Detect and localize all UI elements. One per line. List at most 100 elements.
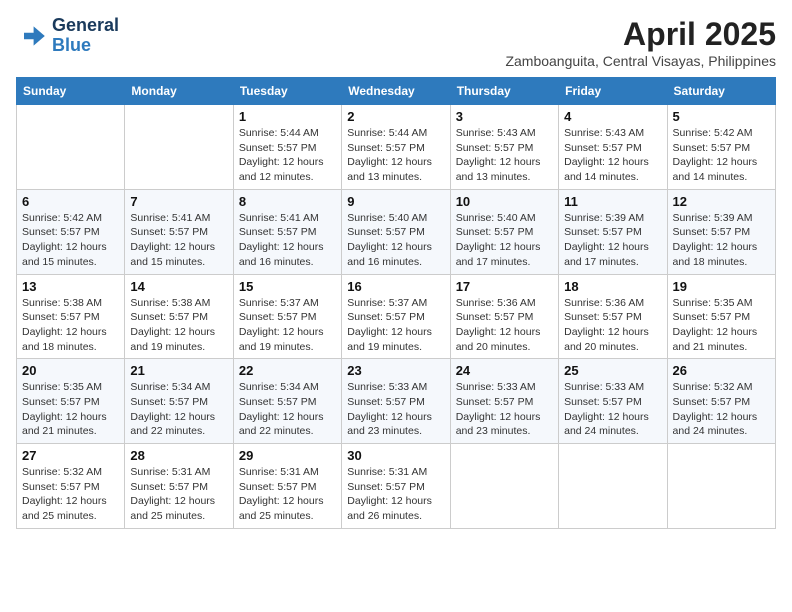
calendar-cell: 18 Sunrise: 5:36 AMSunset: 5:57 PMDayligh…	[559, 274, 667, 359]
calendar-cell	[450, 444, 558, 529]
calendar-header-row: SundayMondayTuesdayWednesdayThursdayFrid…	[17, 78, 776, 105]
calendar-cell: 10 Sunrise: 5:40 AMSunset: 5:57 PMDayligh…	[450, 189, 558, 274]
day-number: 13	[22, 279, 119, 294]
calendar-cell: 6 Sunrise: 5:42 AMSunset: 5:57 PMDaylight…	[17, 189, 125, 274]
calendar-week-row: 27 Sunrise: 5:32 AMSunset: 5:57 PMDayligh…	[17, 444, 776, 529]
day-info: Sunrise: 5:33 AMSunset: 5:57 PMDaylight:…	[564, 380, 661, 439]
day-number: 10	[456, 194, 553, 209]
calendar-cell: 27 Sunrise: 5:32 AMSunset: 5:57 PMDayligh…	[17, 444, 125, 529]
calendar-cell: 30 Sunrise: 5:31 AMSunset: 5:57 PMDayligh…	[342, 444, 450, 529]
day-info: Sunrise: 5:43 AMSunset: 5:57 PMDaylight:…	[564, 126, 661, 185]
calendar-cell: 21 Sunrise: 5:34 AMSunset: 5:57 PMDayligh…	[125, 359, 233, 444]
day-number: 19	[673, 279, 770, 294]
day-number: 11	[564, 194, 661, 209]
day-number: 30	[347, 448, 444, 463]
day-number: 4	[564, 109, 661, 124]
day-info: Sunrise: 5:31 AMSunset: 5:57 PMDaylight:…	[130, 465, 227, 524]
calendar-cell: 5Sunrise: 5:42 AMSunset: 5:57 PMDaylight…	[667, 105, 775, 190]
title-block: April 2025 Zamboanguita, Central Visayas…	[505, 16, 776, 69]
calendar-cell	[17, 105, 125, 190]
day-number: 21	[130, 363, 227, 378]
day-number: 2	[347, 109, 444, 124]
weekday-header: Thursday	[450, 78, 558, 105]
day-info: Sunrise: 5:34 AMSunset: 5:57 PMDaylight:…	[130, 380, 227, 439]
day-info: Sunrise: 5:35 AMSunset: 5:57 PMDaylight:…	[673, 296, 770, 355]
calendar-cell: 17Sunrise: 5:36 AMSunset: 5:57 PMDayligh…	[450, 274, 558, 359]
day-info: Sunrise: 5:40 AMSunset: 5:57 PMDaylight:…	[456, 211, 553, 270]
day-number: 3	[456, 109, 553, 124]
day-number: 8	[239, 194, 336, 209]
logo-icon	[16, 20, 48, 52]
day-info: Sunrise: 5:38 AMSunset: 5:57 PMDaylight:…	[130, 296, 227, 355]
day-info: Sunrise: 5:39 AMSunset: 5:57 PMDaylight:…	[673, 211, 770, 270]
calendar-cell: 14 Sunrise: 5:38 AMSunset: 5:57 PMDayligh…	[125, 274, 233, 359]
location: Zamboanguita, Central Visayas, Philippin…	[505, 53, 776, 69]
calendar-cell: 1 Sunrise: 5:44 AMSunset: 5:57 PMDaylight…	[233, 105, 341, 190]
weekday-header: Friday	[559, 78, 667, 105]
day-info: Sunrise: 5:44 AMSunset: 5:57 PMDaylight:…	[347, 126, 444, 185]
day-number: 25	[564, 363, 661, 378]
day-number: 1	[239, 109, 336, 124]
calendar-cell: 8Sunrise: 5:41 AMSunset: 5:57 PMDaylight…	[233, 189, 341, 274]
day-info: Sunrise: 5:32 AMSunset: 5:57 PMDaylight:…	[673, 380, 770, 439]
calendar-cell: 24 Sunrise: 5:33 AMSunset: 5:57 PMDayligh…	[450, 359, 558, 444]
day-number: 16	[347, 279, 444, 294]
day-number: 12	[673, 194, 770, 209]
day-info: Sunrise: 5:42 AMSunset: 5:57 PMDaylight:…	[22, 211, 119, 270]
day-number: 27	[22, 448, 119, 463]
day-info: Sunrise: 5:37 AMSunset: 5:57 PMDaylight:…	[347, 296, 444, 355]
day-info: Sunrise: 5:33 AMSunset: 5:57 PMDaylight:…	[347, 380, 444, 439]
day-info: Sunrise: 5:41 AMSunset: 5:57 PMDaylight:…	[130, 211, 227, 270]
day-info: Sunrise: 5:31 AMSunset: 5:57 PMDaylight:…	[239, 465, 336, 524]
calendar-table: SundayMondayTuesdayWednesdayThursdayFrid…	[16, 77, 776, 529]
day-info: Sunrise: 5:33 AMSunset: 5:57 PMDaylight:…	[456, 380, 553, 439]
day-info: Sunrise: 5:40 AMSunset: 5:57 PMDaylight:…	[347, 211, 444, 270]
day-number: 18	[564, 279, 661, 294]
logo-blue: Blue	[52, 35, 91, 55]
day-number: 23	[347, 363, 444, 378]
day-info: Sunrise: 5:31 AMSunset: 5:57 PMDaylight:…	[347, 465, 444, 524]
weekday-header: Saturday	[667, 78, 775, 105]
calendar-week-row: 20Sunrise: 5:35 AMSunset: 5:57 PMDayligh…	[17, 359, 776, 444]
logo-text: General Blue	[52, 16, 119, 56]
calendar-cell: 11 Sunrise: 5:39 AMSunset: 5:57 PMDayligh…	[559, 189, 667, 274]
calendar-cell	[667, 444, 775, 529]
calendar-cell: 29Sunrise: 5:31 AMSunset: 5:57 PMDayligh…	[233, 444, 341, 529]
day-info: Sunrise: 5:35 AMSunset: 5:57 PMDaylight:…	[22, 380, 119, 439]
calendar-cell: 7 Sunrise: 5:41 AMSunset: 5:57 PMDaylight…	[125, 189, 233, 274]
calendar-cell: 15 Sunrise: 5:37 AMSunset: 5:57 PMDayligh…	[233, 274, 341, 359]
calendar-week-row: 1 Sunrise: 5:44 AMSunset: 5:57 PMDaylight…	[17, 105, 776, 190]
day-info: Sunrise: 5:32 AMSunset: 5:57 PMDaylight:…	[22, 465, 119, 524]
day-number: 15	[239, 279, 336, 294]
calendar-cell	[559, 444, 667, 529]
day-info: Sunrise: 5:37 AMSunset: 5:57 PMDaylight:…	[239, 296, 336, 355]
calendar-cell: 3Sunrise: 5:43 AMSunset: 5:57 PMDaylight…	[450, 105, 558, 190]
day-info: Sunrise: 5:34 AMSunset: 5:57 PMDaylight:…	[239, 380, 336, 439]
calendar-cell: 12 Sunrise: 5:39 AMSunset: 5:57 PMDayligh…	[667, 189, 775, 274]
day-info: Sunrise: 5:36 AMSunset: 5:57 PMDaylight:…	[564, 296, 661, 355]
calendar-cell: 28Sunrise: 5:31 AMSunset: 5:57 PMDayligh…	[125, 444, 233, 529]
page-header: General Blue April 2025 Zamboanguita, Ce…	[16, 16, 776, 69]
calendar-cell: 9 Sunrise: 5:40 AMSunset: 5:57 PMDaylight…	[342, 189, 450, 274]
day-number: 6	[22, 194, 119, 209]
day-info: Sunrise: 5:39 AMSunset: 5:57 PMDaylight:…	[564, 211, 661, 270]
weekday-header: Tuesday	[233, 78, 341, 105]
day-info: Sunrise: 5:42 AMSunset: 5:57 PMDaylight:…	[673, 126, 770, 185]
calendar-cell: 2 Sunrise: 5:44 AMSunset: 5:57 PMDaylight…	[342, 105, 450, 190]
calendar-cell: 25 Sunrise: 5:33 AMSunset: 5:57 PMDayligh…	[559, 359, 667, 444]
day-number: 14	[130, 279, 227, 294]
day-number: 26	[673, 363, 770, 378]
weekday-header: Monday	[125, 78, 233, 105]
month-year: April 2025	[505, 16, 776, 53]
calendar-cell: 20Sunrise: 5:35 AMSunset: 5:57 PMDayligh…	[17, 359, 125, 444]
weekday-header: Sunday	[17, 78, 125, 105]
day-number: 7	[130, 194, 227, 209]
calendar-week-row: 6 Sunrise: 5:42 AMSunset: 5:57 PMDaylight…	[17, 189, 776, 274]
weekday-header: Wednesday	[342, 78, 450, 105]
day-info: Sunrise: 5:44 AMSunset: 5:57 PMDaylight:…	[239, 126, 336, 185]
day-number: 9	[347, 194, 444, 209]
calendar-cell: 19 Sunrise: 5:35 AMSunset: 5:57 PMDayligh…	[667, 274, 775, 359]
calendar-cell: 23 Sunrise: 5:33 AMSunset: 5:57 PMDayligh…	[342, 359, 450, 444]
day-number: 24	[456, 363, 553, 378]
calendar-cell	[125, 105, 233, 190]
